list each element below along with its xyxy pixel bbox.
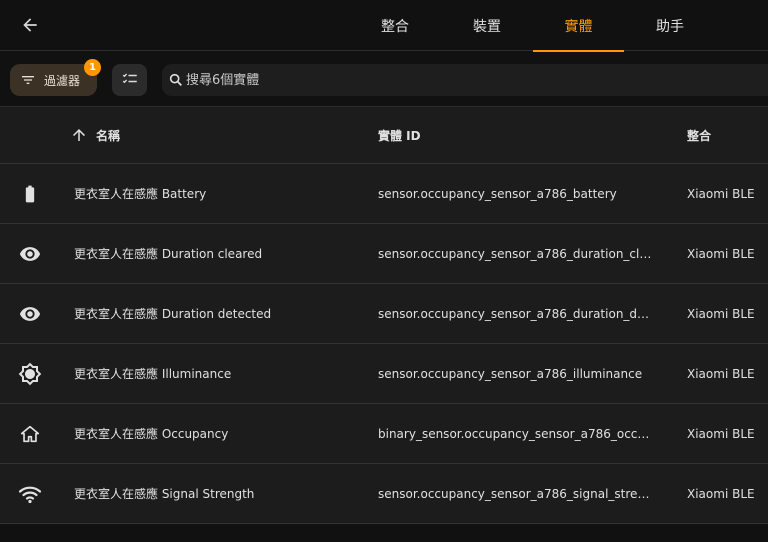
tab-integrations[interactable]: 整合	[362, 0, 428, 51]
tab-label: 整合	[381, 18, 409, 35]
entity-id: binary_sensor.occupancy_sensor_a786_occu…	[378, 426, 654, 441]
entity-integration: Xiaomi BLE	[687, 306, 755, 321]
entity-name: 更衣室人在感應 Signal Strength	[74, 487, 255, 501]
filter-count-badge: 1	[84, 59, 101, 76]
wifi-icon	[18, 486, 42, 503]
column-header-name: 名稱	[96, 128, 121, 143]
eye-icon	[19, 246, 41, 261]
entity-id: sensor.occupancy_sensor_a786_duration_cl…	[378, 246, 654, 261]
entity-name: 更衣室人在感應 Occupancy	[74, 427, 229, 441]
entity-integration: Xiaomi BLE	[687, 486, 755, 501]
home-icon	[20, 425, 40, 442]
table-row[interactable]: 更衣室人在感應 Duration cleared sensor.occupanc…	[0, 224, 768, 284]
entity-name: 更衣室人在感應 Duration cleared	[74, 247, 263, 261]
entity-id: sensor.occupancy_sensor_a786_signal_stre…	[378, 486, 654, 501]
tab-helpers[interactable]: 助手	[636, 0, 704, 51]
tab-devices[interactable]: 裝置	[452, 0, 522, 51]
back-button[interactable]	[14, 10, 46, 40]
entity-id: sensor.occupancy_sensor_a786_duration_de…	[378, 306, 654, 321]
search-icon	[169, 73, 182, 86]
column-header-entity-id[interactable]: 實體 ID	[378, 107, 654, 163]
entities-table: 名稱 實體 ID 整合 更衣室人在感應 Battery sensor.occup…	[0, 107, 768, 524]
column-header-integration[interactable]: 整合	[687, 107, 767, 163]
select-list-icon	[122, 73, 137, 84]
table-row[interactable]: 更衣室人在感應 Occupancy binary_sensor.occupanc…	[0, 404, 768, 464]
tab-entities[interactable]: 實體	[533, 0, 624, 52]
arrow-up-icon	[73, 129, 85, 141]
tab-label: 裝置	[473, 18, 501, 35]
entity-name: 更衣室人在感應 Duration detected	[74, 307, 272, 321]
brightness-icon	[18, 362, 42, 385]
entity-name: 更衣室人在感應 Illuminance	[74, 367, 232, 381]
entity-integration: Xiaomi BLE	[687, 186, 755, 201]
table-row[interactable]: 更衣室人在感應 Illuminance sensor.occupancy_sen…	[0, 344, 768, 404]
tab-label: 助手	[656, 18, 684, 35]
table-header: 名稱 實體 ID 整合	[0, 107, 768, 164]
top-bar: 整合 裝置 實體 助手	[0, 0, 768, 52]
entity-integration: Xiaomi BLE	[687, 366, 755, 381]
entity-id: sensor.occupancy_sensor_a786_battery	[378, 186, 617, 201]
table-row[interactable]: 更衣室人在感應 Duration detected sensor.occupan…	[0, 284, 768, 344]
entity-integration: Xiaomi BLE	[687, 426, 755, 441]
tab-label: 實體	[564, 18, 593, 35]
search-box	[162, 64, 768, 96]
filter-bar: 過濾器 1	[0, 52, 768, 107]
entity-name: 更衣室人在感應 Battery	[74, 187, 207, 201]
search-input[interactable]	[186, 72, 746, 88]
arrow-left-icon	[23, 18, 37, 32]
sort-by-name-button[interactable]: 名稱	[70, 107, 270, 163]
filter-icon	[22, 76, 34, 84]
eye-icon	[19, 306, 41, 321]
entity-id: sensor.occupancy_sensor_a786_illuminance	[378, 366, 643, 381]
table-row[interactable]: 更衣室人在感應 Battery sensor.occupancy_sensor_…	[0, 164, 768, 224]
filter-label: 過濾器	[44, 73, 81, 88]
entity-integration: Xiaomi BLE	[687, 246, 755, 261]
selection-mode-button[interactable]	[112, 64, 147, 96]
table-row[interactable]: 更衣室人在感應 Signal Strength sensor.occupancy…	[0, 464, 768, 524]
battery-icon	[25, 185, 35, 202]
